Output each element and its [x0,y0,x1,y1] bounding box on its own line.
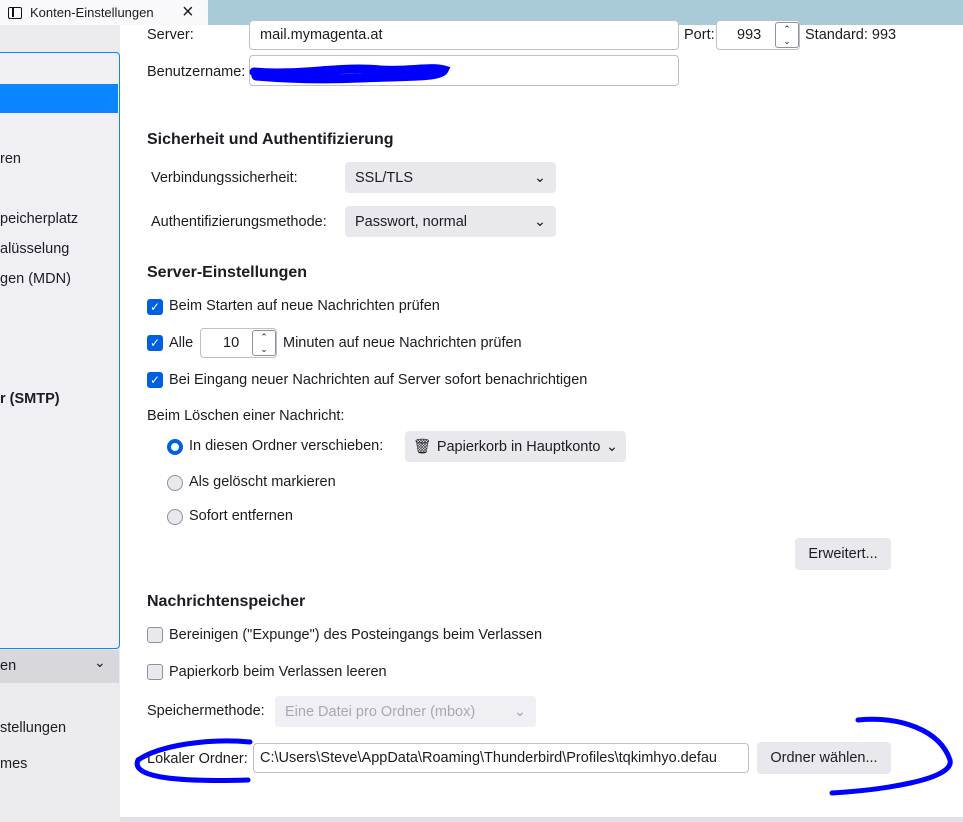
port-value: 993 [737,27,762,43]
expunge-checkbox[interactable] [147,627,163,643]
sidebar-link[interactable]: stellungen [0,720,66,736]
trash-folder-select[interactable]: 🗑 Papierkorb in Hauptkonto ⌄ [405,431,626,462]
minutes-input[interactable]: 10 ⌃ ⌄ [200,328,277,358]
sidebar-link[interactable]: mes [0,756,27,772]
minutes-value: 10 [223,335,240,351]
conn-security-select[interactable]: SSL/TLS ⌄ [345,162,556,193]
local-folder-label: Lokaler Ordner: [147,751,248,767]
sidebar-item-smtp[interactable]: r (SMTP) [0,391,60,407]
delete-label: Beim Löschen einer Nachricht: [147,408,345,424]
port-standard: Standard: 993 [805,27,897,43]
trash-icon: 🗑 [413,439,432,455]
tab-account-settings[interactable]: Konten-Einstellungen × [0,0,208,25]
remove-now-radio[interactable] [167,509,183,525]
server-input[interactable]: mail.mymagenta.at [249,20,679,50]
mark-deleted-label: Als gelöscht markieren [189,474,336,490]
local-folder-input[interactable]: C:\Users\Steve\AppData\Roaming\Thunderbi… [253,743,749,773]
sidebar-item-selected[interactable] [0,84,118,113]
check-startup-label: Beim Starten auf neue Nachrichten prüfen [169,298,440,314]
check-every-checkbox[interactable]: ✓ [147,335,163,351]
store-method-select[interactable]: Eine Datei pro Ordner (mbox) ⌄ [275,696,536,727]
check-every-label: Alle [169,335,194,351]
port-stepper[interactable]: ⌃ ⌄ [775,22,799,48]
close-icon[interactable]: × [182,1,194,24]
check-startup-checkbox[interactable]: ✓ [147,299,163,315]
sidebar-icon [8,6,22,19]
bottom-border [120,817,963,822]
sidebar-item[interactable]: gen (MDN) [0,271,71,287]
empty-trash-checkbox[interactable] [147,664,163,680]
storage-heading: Nachrichtenspeicher [147,593,306,610]
chevron-down-icon: ⌄ [605,438,618,455]
auth-method-label: Authentifizierungsmethode: [151,214,327,230]
chevron-down-icon: ⌄ [513,703,526,720]
server-settings-heading: Server-Einstellungen [147,264,308,281]
select-value: Papierkorb in Hauptkonto [436,438,601,455]
store-method-label: Speichermethode: [147,703,265,719]
notify-label: Bei Eingang neuer Nachrichten auf Server… [169,372,588,388]
port-input[interactable]: 993 ⌃ ⌄ [716,20,800,50]
choose-folder-button[interactable]: Ordner wählen... [757,742,891,774]
chevron-down-icon: ⌄ [533,169,546,186]
sidebar-item[interactable]: alüsselung [0,241,69,257]
mark-deleted-radio[interactable] [167,475,183,491]
minutes-label: Minuten auf neue Nachrichten prüfen [283,335,522,351]
move-to-label: In diesen Ordner verschieben: [189,438,384,454]
select-value: SSL/TLS [355,169,414,186]
chevron-down-icon: ⌄ [94,654,106,670]
empty-trash-label: Papierkorb beim Verlassen leeren [169,664,387,680]
username-label: Benutzername: [147,64,246,80]
security-heading: Sicherheit und Authentifizierung [147,131,394,148]
select-value: Eine Datei pro Ordner (mbox) [285,703,476,720]
account-tree [0,52,120,649]
advanced-button[interactable]: Erweitert... [795,538,891,570]
move-to-radio[interactable] [167,439,183,455]
server-label: Server: [147,27,194,43]
tab-title: Konten-Einstellungen [30,5,154,20]
sidebar-item[interactable]: peicherplatz [0,211,78,227]
select-value: Passwort, normal [355,213,468,230]
account-actions-dropdown[interactable]: en ⌄ [0,650,119,683]
sidebar-item[interactable]: ren [0,151,21,167]
chevron-down-icon: ⌄ [533,213,546,230]
minutes-stepper[interactable]: ⌃ ⌄ [252,330,276,356]
expunge-label: Bereinigen ("Expunge") des Posteingangs … [169,627,543,643]
username-input[interactable] [249,55,679,86]
port-label: Port: [684,27,715,43]
dropdown-label: en [0,658,17,674]
notify-checkbox[interactable]: ✓ [147,372,163,388]
conn-security-label: Verbindungssicherheit: [151,170,298,186]
remove-now-label: Sofort entfernen [189,508,293,524]
auth-method-select[interactable]: Passwort, normal ⌄ [345,206,556,237]
